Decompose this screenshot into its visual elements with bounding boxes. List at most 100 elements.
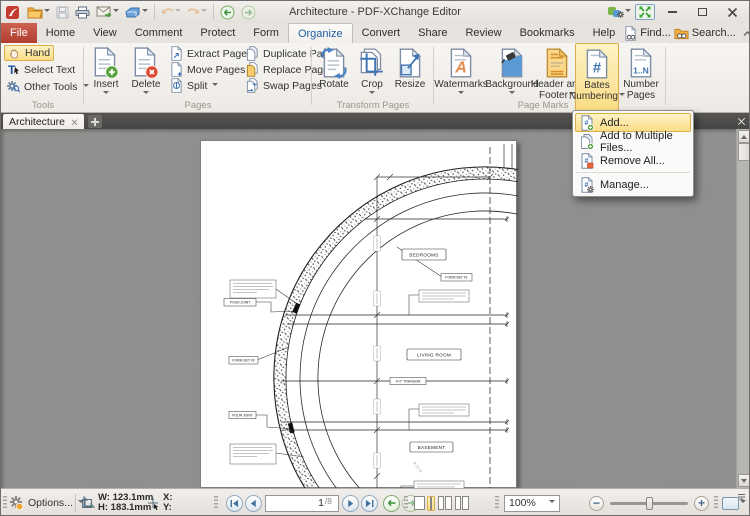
close-tab-icon[interactable] xyxy=(72,119,78,125)
manage-icon: # xyxy=(580,177,594,193)
redo-button[interactable] xyxy=(185,3,209,21)
tab-bookmarks[interactable]: Bookmarks xyxy=(511,23,584,43)
last-page-button[interactable] xyxy=(361,495,378,512)
tab-form[interactable]: Form xyxy=(244,23,288,43)
svg-text:A: A xyxy=(454,60,467,77)
new-tab-button[interactable] xyxy=(88,115,102,128)
search-button[interactable]: Search... xyxy=(674,27,736,40)
ribbon-tab-bar: File Home View Comment Protect Form Orga… xyxy=(1,23,749,43)
menu-item-manage[interactable]: # Manage... xyxy=(575,175,691,194)
tab-review[interactable]: Review xyxy=(456,23,510,43)
group-pages: Insert Delete Extract Pages Move Pages S… xyxy=(85,43,311,112)
undo-button[interactable] xyxy=(159,3,183,21)
other-tools-button[interactable]: Other Tools xyxy=(4,79,92,94)
previous-page-button[interactable] xyxy=(245,495,262,512)
tab-organize[interactable]: Organize xyxy=(288,23,353,43)
email-button[interactable] xyxy=(94,3,121,21)
tab-convert[interactable]: Convert xyxy=(353,23,410,43)
previous-view-nav-button[interactable] xyxy=(383,495,400,512)
scan-button[interactable] xyxy=(123,3,150,21)
rotate-pages-icon xyxy=(320,45,348,79)
menu-item-add-to-multiple-files[interactable]: Add to Multiple Files... xyxy=(575,132,691,151)
search-icon xyxy=(674,27,689,40)
tab-view[interactable]: View xyxy=(84,23,126,43)
bates-numbering-menu: # Add... Add to Multiple Files... # Remo… xyxy=(572,110,694,197)
save-button[interactable] xyxy=(54,3,71,21)
pour-joint-label: POUR JOINT xyxy=(230,301,251,305)
scroll-up-button[interactable] xyxy=(738,130,750,143)
move-pages-icon xyxy=(170,62,183,77)
tab-share[interactable]: Share xyxy=(409,23,456,43)
cursor-position-indicator: X:Y: xyxy=(147,489,173,516)
open-file-button[interactable] xyxy=(25,3,52,21)
next-view-button[interactable] xyxy=(239,3,258,21)
find-button[interactable]: Find... xyxy=(624,26,671,41)
number-pages-button[interactable]: 1..N NumberPages xyxy=(621,45,661,101)
single-page-continuous-layout-button[interactable] xyxy=(427,496,435,511)
menu-item-remove-all[interactable]: # Remove All... xyxy=(575,151,691,170)
zoom-slider-thumb[interactable] xyxy=(646,497,653,510)
page-number-input[interactable]: 1/8 xyxy=(265,495,339,512)
group-label-tools: Tools xyxy=(3,100,83,111)
close-pane-button[interactable] xyxy=(738,115,745,127)
next-page-button[interactable] xyxy=(342,495,359,512)
print-button[interactable] xyxy=(73,3,92,21)
swap-pages-icon xyxy=(246,78,259,93)
resize-pages-icon xyxy=(396,45,424,79)
zoom-in-button[interactable]: + xyxy=(694,496,709,511)
insert-pages-button[interactable]: Insert xyxy=(87,45,125,97)
find-icon xyxy=(624,26,637,41)
options-button[interactable]: Options... xyxy=(9,489,84,516)
single-page-layout-button[interactable] xyxy=(414,496,425,510)
document-tab-architecture[interactable]: Architecture xyxy=(3,114,84,129)
pdf-page[interactable]: POUR JOINT FORM SET #2 POUR JOINT FORM S… xyxy=(200,140,517,488)
scrollbar-thumb[interactable] xyxy=(738,143,750,161)
split-button[interactable]: Split xyxy=(167,78,221,93)
add-multiple-icon xyxy=(580,134,594,150)
first-page-button[interactable] xyxy=(226,495,243,512)
living-room-label: LIVING ROOM xyxy=(417,353,451,358)
tab-help[interactable]: Help xyxy=(584,23,625,43)
add-icon: # xyxy=(580,115,594,131)
split-icon xyxy=(170,78,183,93)
ribbon-organize: Hand T Select Text Other Tools Tools Ins… xyxy=(1,43,749,113)
tab-protect[interactable]: Protect xyxy=(191,23,244,43)
menu-separator xyxy=(576,172,690,173)
form-set-2-label: FORM SET #2 xyxy=(232,359,254,363)
cursor-position-icon xyxy=(147,497,160,510)
vertical-scrollbar[interactable] xyxy=(736,129,750,488)
select-text-button[interactable]: T Select Text xyxy=(4,62,78,77)
collapse-ribbon-icon[interactable] xyxy=(743,30,750,37)
tab-home[interactable]: Home xyxy=(37,23,84,43)
maximize-button[interactable] xyxy=(689,4,715,20)
app-window: Architecture - PDF-XChange Editor File H… xyxy=(0,0,750,516)
move-pages-button[interactable]: Move Pages xyxy=(167,62,248,77)
customize-toolbars-icon[interactable] xyxy=(607,5,631,19)
bates-numbering-icon: # xyxy=(583,46,611,80)
rotate-pages-button[interactable]: Rotate xyxy=(316,45,352,90)
svg-text:#: # xyxy=(593,60,602,77)
resize-pages-button[interactable]: Resize xyxy=(392,45,428,90)
fullscreen-button[interactable] xyxy=(635,4,655,20)
minimize-button[interactable] xyxy=(659,4,685,20)
close-button[interactable] xyxy=(719,4,745,20)
collapse-statusbar-icon[interactable] xyxy=(737,483,746,511)
tab-comment[interactable]: Comment xyxy=(126,23,192,43)
page-size-icon xyxy=(81,496,95,510)
two-page-continuous-layout-button[interactable] xyxy=(455,496,469,510)
zoom-out-button[interactable]: − xyxy=(589,496,604,511)
delete-pages-button[interactable]: Delete xyxy=(127,45,165,97)
zoom-slider[interactable] xyxy=(610,502,688,505)
watermarks-button[interactable]: A Watermarks xyxy=(437,45,485,97)
crop-pages-button[interactable]: Crop xyxy=(354,45,390,97)
zoom-level-select[interactable]: 100% xyxy=(504,489,560,516)
previous-view-button[interactable] xyxy=(218,3,237,21)
tab-file[interactable]: File xyxy=(1,23,37,43)
duplicate-pages-icon xyxy=(246,46,259,61)
background-button[interactable]: Background xyxy=(487,45,537,97)
two-page-layout-button[interactable] xyxy=(438,496,452,510)
watermarks-icon: A xyxy=(447,45,475,79)
number-pages-icon: 1..N xyxy=(627,45,655,79)
hand-icon xyxy=(8,47,21,60)
hand-tool-button[interactable]: Hand xyxy=(4,45,54,61)
